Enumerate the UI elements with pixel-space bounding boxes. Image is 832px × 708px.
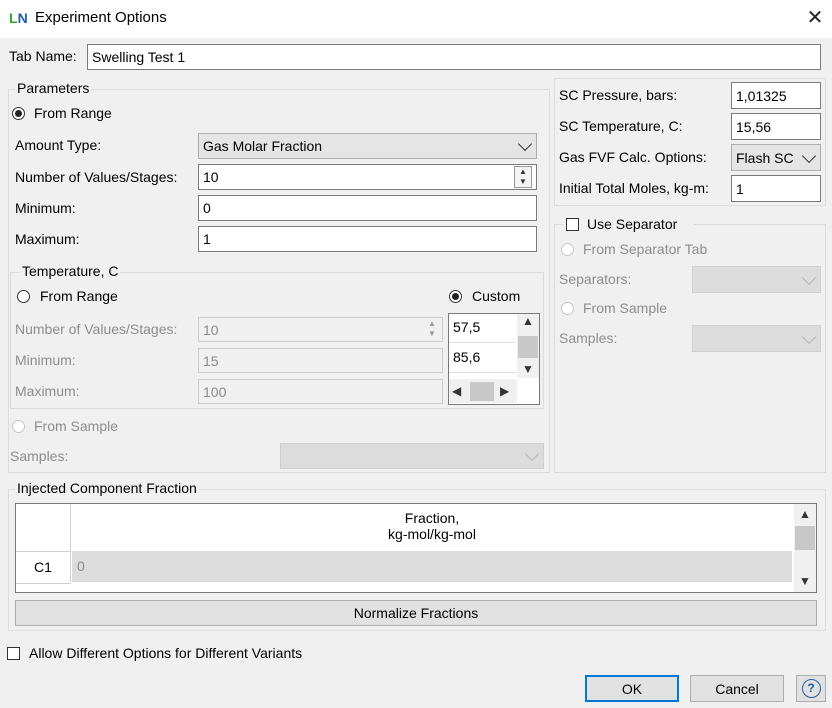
chevron-down-icon xyxy=(524,446,540,462)
gas-fvf-label: Gas FVF Calc. Options: xyxy=(559,149,707,165)
sep-samples-select[interactable] xyxy=(692,325,821,352)
sc-pressure-label: SC Pressure, bars: xyxy=(559,87,678,103)
chevron-down-icon xyxy=(517,136,533,152)
chevron-down-icon xyxy=(801,270,817,285)
row-header: C1 xyxy=(16,551,71,582)
cancel-button[interactable]: Cancel xyxy=(690,675,784,702)
from-separator-tab-radio[interactable] xyxy=(561,243,574,256)
chevron-down-icon xyxy=(801,148,817,163)
app-logo-icon: LN xyxy=(9,10,28,26)
temp-num-values-value: 10 xyxy=(203,321,219,338)
temp-from-range-label: From Range xyxy=(40,288,118,304)
grid-corner xyxy=(16,504,71,551)
minimum-label: Minimum: xyxy=(15,200,76,216)
from-separator-tab-label: From Separator Tab xyxy=(583,241,708,257)
use-separator-label: Use Separator xyxy=(587,216,678,232)
scroll-up-icon[interactable]: ▲ xyxy=(517,314,539,328)
temp-maximum-label: Maximum: xyxy=(15,383,80,399)
allow-different-options-label: Allow Different Options for Different Va… xyxy=(29,645,303,661)
spin-up-icon[interactable]: ▲ xyxy=(515,167,531,177)
from-range-label: From Range xyxy=(34,105,112,121)
amount-type-label: Amount Type: xyxy=(15,137,102,153)
sc-pressure-input[interactable]: 1,01325 xyxy=(731,82,821,109)
temp-from-range-radio[interactable] xyxy=(17,290,30,303)
temperature-group-label: Temperature, C xyxy=(20,263,121,279)
scroll-left-icon[interactable]: ◀ xyxy=(452,384,461,398)
column-header-line1: Fraction, xyxy=(404,510,460,526)
tab-name-input[interactable]: Swelling Test 1 xyxy=(87,44,821,70)
samples-label: Samples: xyxy=(10,448,69,464)
separators-select[interactable] xyxy=(692,266,821,293)
chevron-down-icon xyxy=(801,329,817,344)
fraction-cell[interactable]: 0 xyxy=(72,551,792,582)
from-range-radio[interactable] xyxy=(12,107,25,120)
initial-moles-label: Initial Total Moles, kg-m: xyxy=(559,180,709,196)
scroll-up-icon[interactable]: ▲ xyxy=(794,507,816,521)
close-icon[interactable]: ✕ xyxy=(800,2,830,34)
scrollbar-thumb[interactable] xyxy=(518,336,538,358)
initial-moles-input[interactable]: 1 xyxy=(731,175,821,202)
list-item[interactable]: 57,5 xyxy=(449,314,516,343)
temp-minimum-input: 15 xyxy=(198,348,443,373)
use-separator-checkbox[interactable] xyxy=(566,218,579,231)
h-scrollbar-thumb[interactable] xyxy=(470,382,494,401)
help-icon: ? xyxy=(801,679,821,698)
from-sample-label: From Sample xyxy=(34,418,119,434)
spin-buttons[interactable]: ▲ ▼ xyxy=(514,166,532,188)
row-header xyxy=(16,583,71,592)
separators-label: Separators: xyxy=(559,271,632,287)
custom-label: Custom xyxy=(472,288,521,304)
injected-group-label: Injected Component Fraction xyxy=(15,480,199,496)
normalize-fractions-button[interactable]: Normalize Fractions xyxy=(15,600,817,626)
num-values-stepper[interactable]: 10 xyxy=(198,164,537,190)
allow-different-options-checkbox[interactable] xyxy=(7,647,20,660)
scrollbar-thumb[interactable] xyxy=(795,526,815,550)
help-button[interactable]: ? xyxy=(796,675,826,702)
amount-type-select[interactable]: Gas Molar Fraction xyxy=(198,133,537,159)
scroll-down-icon[interactable]: ▼ xyxy=(517,362,539,376)
amount-type-value: Gas Molar Fraction xyxy=(203,138,323,154)
maximum-label: Maximum: xyxy=(15,231,80,247)
temp-num-values-label: Number of Values/Stages: xyxy=(15,321,178,337)
spin-down-icon[interactable]: ▼ xyxy=(515,177,531,187)
sep-from-sample-label: From Sample xyxy=(583,300,668,316)
temp-spin-icon: ▲ ▼ xyxy=(428,319,436,338)
num-values-value: 10 xyxy=(203,169,219,185)
temp-maximum-input: 100 xyxy=(198,379,443,404)
window-title: Experiment Options xyxy=(35,9,167,26)
maximum-input[interactable]: 1 xyxy=(198,226,537,252)
sep-from-sample-radio[interactable] xyxy=(561,302,574,315)
from-sample-radio[interactable] xyxy=(12,420,25,433)
column-header[interactable]: Fraction, kg-mol/kg-mol xyxy=(72,504,792,551)
list-item[interactable]: 85,6 xyxy=(449,344,516,373)
temp-num-values-stepper: 10 xyxy=(198,317,443,342)
tab-name-label: Tab Name: xyxy=(9,48,77,64)
ok-button[interactable]: OK xyxy=(585,675,679,702)
minimum-input[interactable]: 0 xyxy=(198,195,537,221)
scroll-right-icon[interactable]: ▶ xyxy=(500,384,509,398)
gas-fvf-value: Flash SC xyxy=(736,149,794,166)
gas-fvf-select[interactable]: Flash SC xyxy=(731,144,821,171)
custom-radio[interactable] xyxy=(449,290,462,303)
scroll-down-icon[interactable]: ▼ xyxy=(794,574,816,588)
temp-minimum-label: Minimum: xyxy=(15,352,76,368)
sc-temperature-input[interactable]: 15,56 xyxy=(731,113,821,140)
samples-select[interactable] xyxy=(280,443,544,469)
column-header-line2: kg-mol/kg-mol xyxy=(388,526,476,542)
sep-samples-label: Samples: xyxy=(559,330,618,346)
fraction-grid[interactable]: Fraction, kg-mol/kg-mol C1 0 ▲ ▼ xyxy=(15,503,817,593)
sc-temperature-label: SC Temperature, C: xyxy=(559,118,683,134)
parameters-group-label: Parameters xyxy=(15,80,92,96)
num-values-label: Number of Values/Stages: xyxy=(15,169,178,185)
